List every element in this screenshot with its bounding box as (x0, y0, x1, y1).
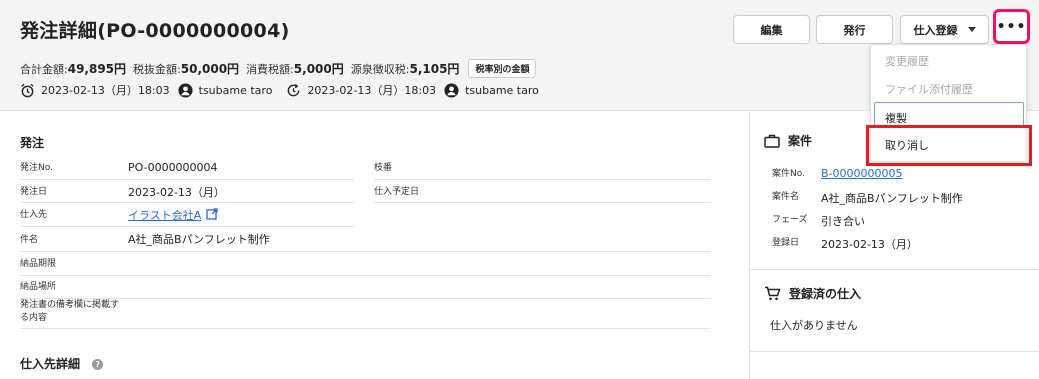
po-no-label: 発注No. (20, 163, 53, 173)
project-phase-label: フェーズ (772, 215, 808, 225)
po-no-value: PO-0000000004 (128, 161, 218, 174)
supplier-label: 仕入先 (20, 210, 48, 220)
alarm-clock-icon (20, 83, 35, 98)
tax-amount-value: 5,000円 (293, 62, 344, 76)
edit-button[interactable]: 編集 (733, 15, 810, 44)
order-date-label: 発注日 (20, 187, 48, 197)
main-content: 発注 発注No. PO-0000000004 発注日 2023-02-13（月）… (0, 112, 750, 379)
supplier-link[interactable]: イラスト会社A (128, 209, 201, 222)
external-link-icon[interactable] (206, 208, 218, 220)
project-date-value: 2023-02-13（月） (821, 238, 918, 251)
project-title-text: 案件 (788, 134, 813, 148)
total-amount-label: 合計金額: (20, 62, 68, 76)
help-icon[interactable]: ? (92, 359, 104, 370)
menu-item-change-history[interactable]: 変更履歴 (885, 53, 929, 69)
project-phase-value: 引き合い (821, 215, 865, 228)
remarks-label: 発注書の備考欄に掲載する内容 (20, 300, 120, 323)
planned-date-label: 仕入予定日 (374, 187, 420, 197)
delivery-place-label: 納品場所 (20, 282, 57, 292)
field-delivery-place: 納品場所 (20, 276, 711, 299)
field-order-date: 発注日 2023-02-13（月） (20, 180, 354, 203)
purchase-register-dropdown[interactable]: 仕入登録 (900, 15, 989, 44)
branch-label: 枝番 (374, 163, 393, 173)
more-dots-icon: ••• (996, 18, 1027, 35)
field-subject: 件名 A社_商品Bパンフレット制作 (20, 227, 711, 252)
field-po-no: 発注No. PO-0000000004 (20, 156, 354, 180)
refresh-clock-icon (286, 83, 301, 98)
supplier-detail-title: 仕入先詳細 ? (20, 355, 104, 372)
pretax-amount-label: 税抜金額: (133, 62, 181, 76)
tax-rate-breakdown-button[interactable]: 税率別の金額 (468, 59, 537, 78)
created-at: 2023-02-13（月）18:03 (41, 84, 170, 97)
project-name-label: 案件名 (772, 192, 800, 202)
caret-down-icon (967, 27, 976, 32)
purchase-register-label: 仕入登録 (913, 23, 958, 37)
project-no-link[interactable]: B-0000000005 (821, 167, 903, 180)
briefcase-icon (764, 134, 780, 148)
total-amount-value: 49,895円 (67, 62, 127, 76)
page-title: 発注詳細(PO-0000000004) (20, 20, 290, 42)
menu-item-duplicate[interactable]: 複製 (885, 110, 907, 126)
tax-amount-label: 消費税額: (246, 62, 294, 76)
withholding-tax-value: 5,105円 (409, 62, 460, 76)
order-date-value: 2023-02-13（月） (128, 186, 225, 199)
project-no-label: 案件No. (772, 169, 805, 179)
created-by: tsubame taro (198, 83, 273, 97)
updated-at: 2023-02-13（月）18:03 (307, 84, 437, 97)
more-actions-button[interactable]: ••• (993, 9, 1030, 44)
user-icon (444, 82, 459, 98)
divider (750, 351, 1039, 352)
divider (750, 269, 1039, 270)
updated-by: tsubame taro (465, 83, 539, 97)
project-section-title: 案件 (764, 132, 812, 149)
project-date-label: 登録日 (772, 238, 800, 248)
withholding-tax-label: 源泉徴収税: (350, 62, 410, 76)
field-branch: 枝番 (374, 156, 711, 180)
purchases-title-text: 登録済の仕入 (789, 287, 862, 301)
field-planned-date: 仕入予定日 (374, 180, 711, 203)
pretax-amount-value: 50,000円 (180, 62, 240, 76)
purchases-section-title: 登録済の仕入 (764, 285, 861, 302)
issue-button[interactable]: 発行 (816, 15, 893, 44)
highlight-box (866, 125, 1032, 166)
record-meta: 2023-02-13（月）18:03 tsubame taro 2023-02-… (20, 82, 547, 98)
order-section-title: 発注 (20, 136, 45, 150)
supplier-value: イラスト会社A (128, 207, 218, 223)
purchases-empty-text: 仕入がありません (770, 319, 858, 332)
menu-item-attachment-history[interactable]: ファイル添付履歴 (885, 81, 973, 97)
user-icon (178, 82, 193, 98)
supplier-detail-title-text: 仕入先詳細 (20, 357, 81, 371)
field-supplier: 仕入先 イラスト会社A (20, 203, 354, 227)
cart-icon (765, 286, 781, 301)
subject-value: A社_商品Bパンフレット制作 (128, 233, 270, 246)
field-remarks: 発注書の備考欄に掲載する内容 (20, 299, 711, 329)
subject-label: 件名 (20, 235, 39, 245)
amount-summary: 合計金額: 49,895円 税抜金額: 50,000円 消費税額: 5,000円… (20, 59, 537, 78)
project-name-value: A社_商品Bパンフレット制作 (821, 192, 963, 205)
field-deadline: 納品期限 (20, 252, 711, 276)
deadline-label: 納品期限 (20, 259, 57, 269)
